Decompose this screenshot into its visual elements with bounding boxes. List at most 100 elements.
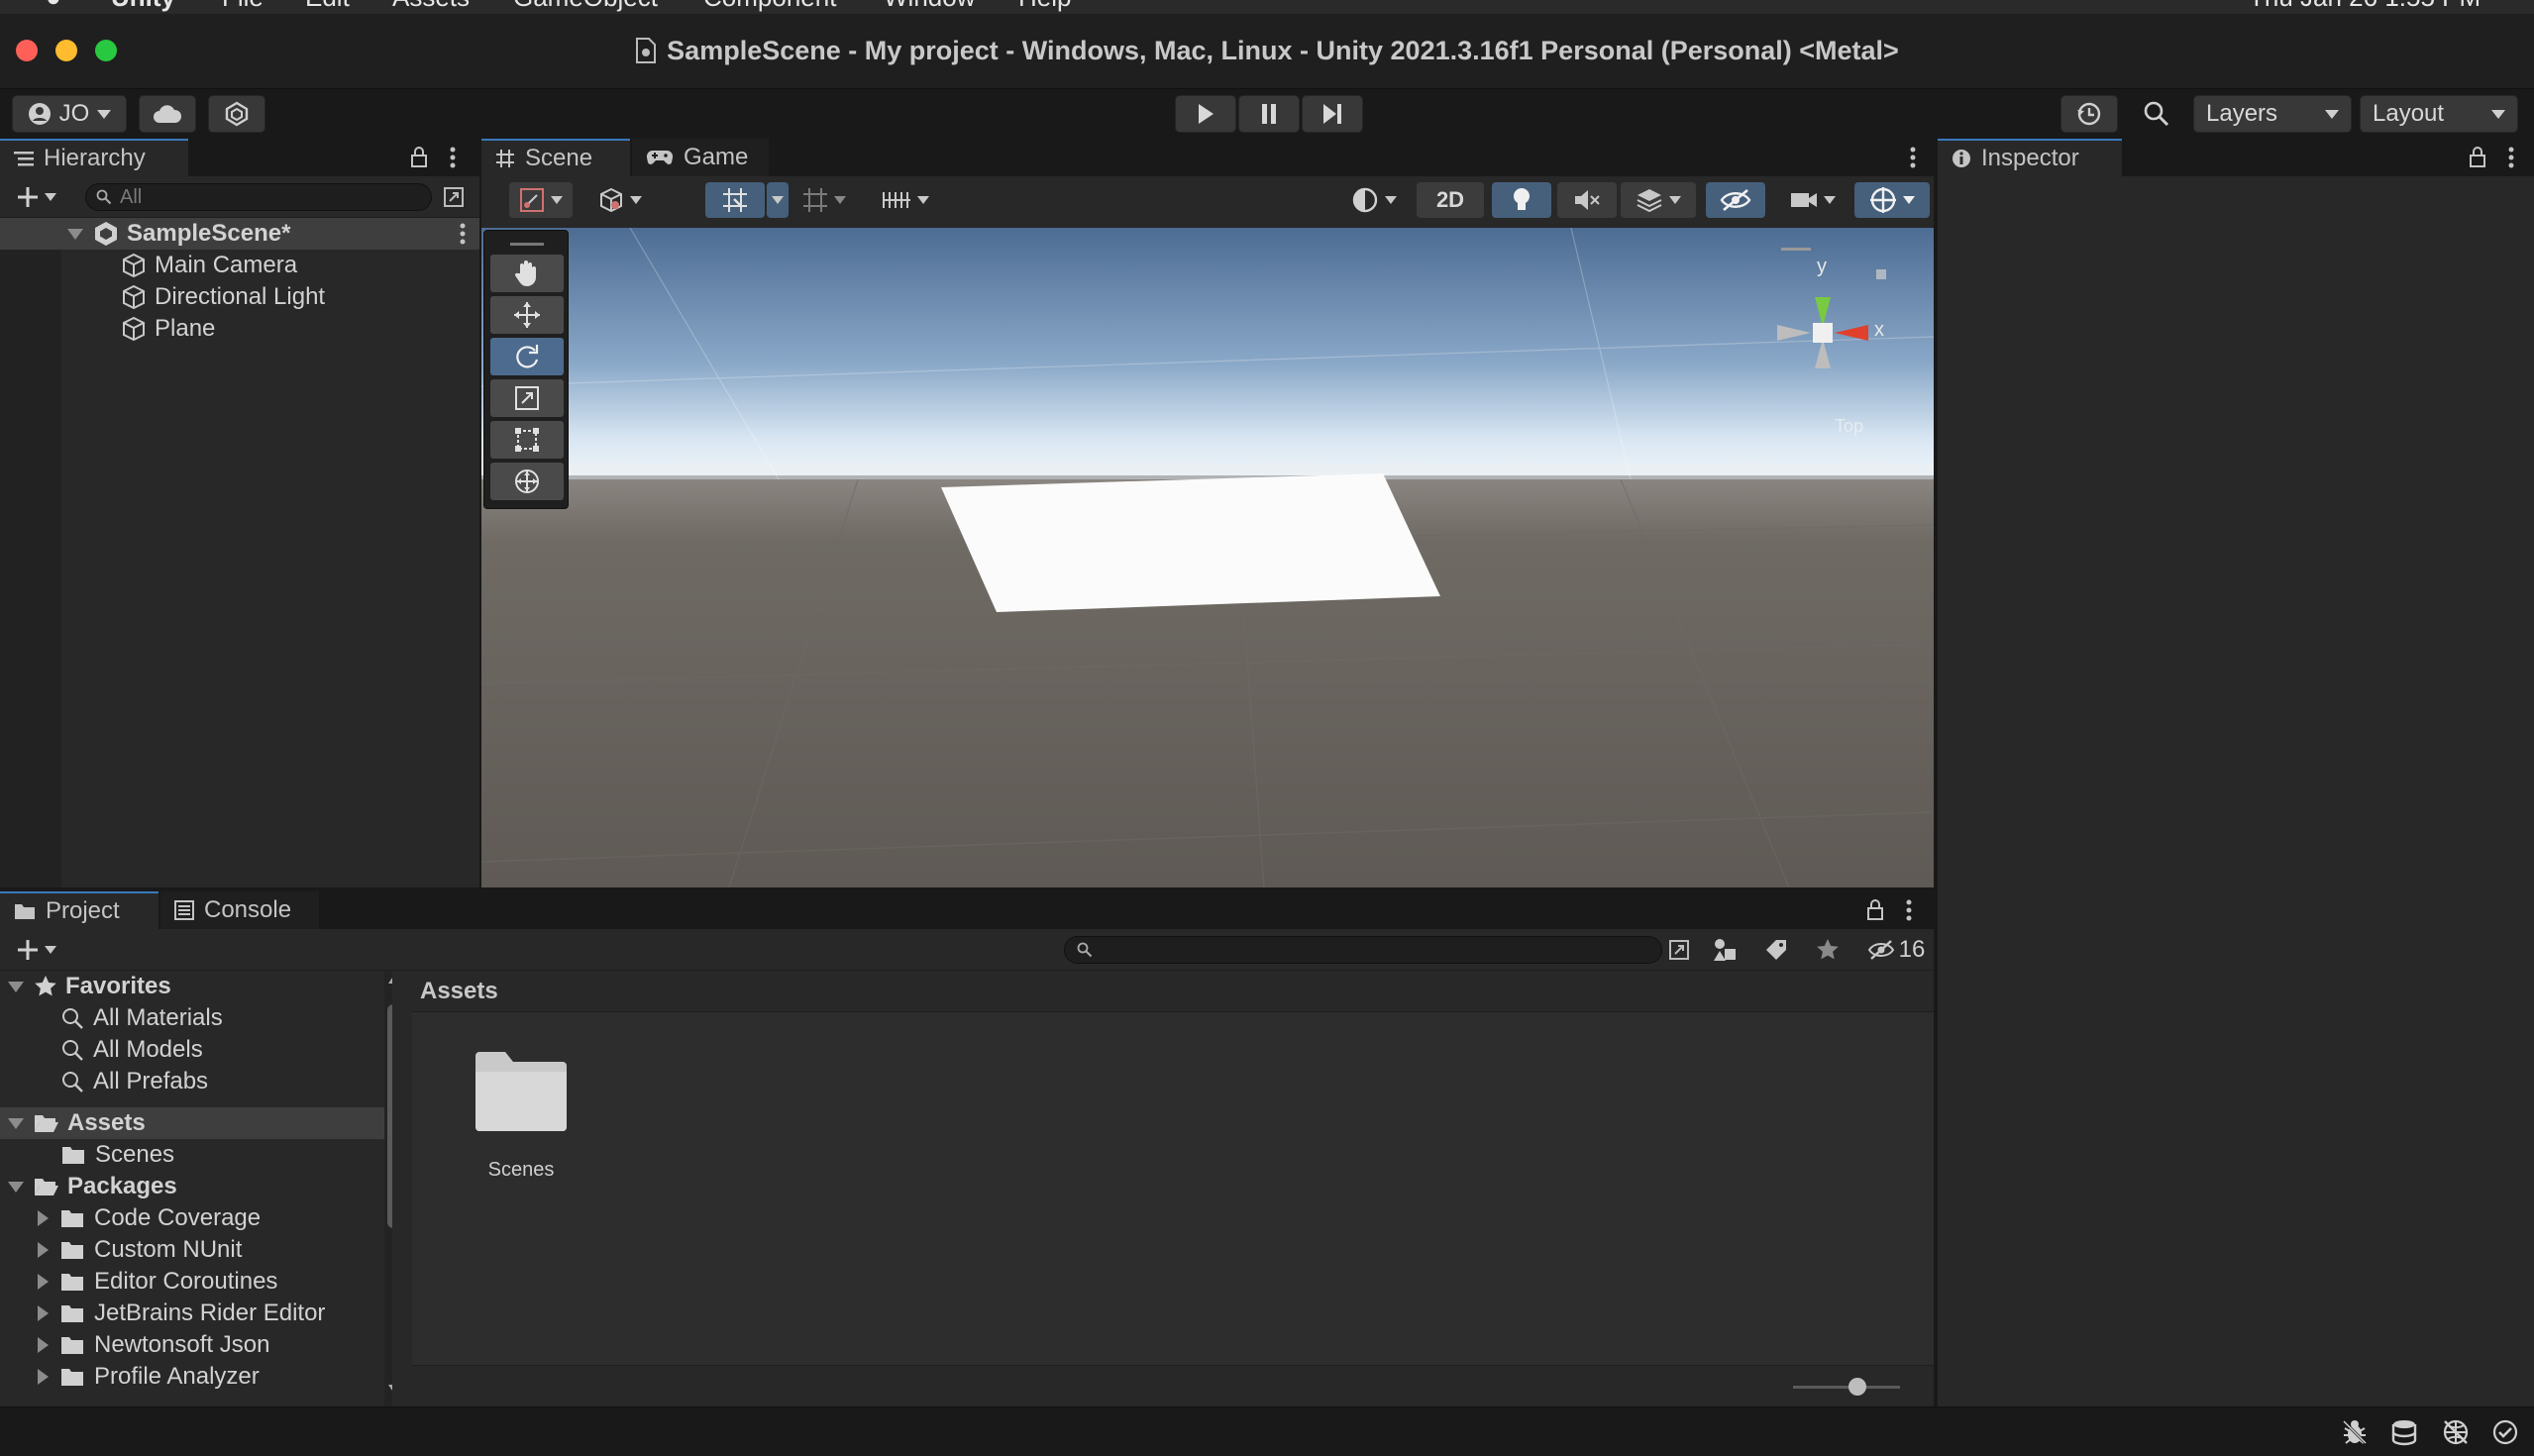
- project-search-input[interactable]: [1064, 936, 1662, 964]
- package-item-code-coverage[interactable]: Code Coverage: [0, 1202, 392, 1234]
- project-create-dropdown[interactable]: [10, 935, 63, 965]
- expand-arrow-icon[interactable]: [8, 1117, 24, 1129]
- menu-component[interactable]: Component: [703, 0, 836, 13]
- package-item-custom-nunit[interactable]: Custom NUnit: [0, 1234, 392, 1266]
- project-lock-icon[interactable]: [1860, 895, 1890, 925]
- filter-by-label-icon[interactable]: [1759, 936, 1793, 964]
- effects-dropdown[interactable]: [1621, 182, 1696, 218]
- toggle-2d-button[interactable]: 2D: [1417, 182, 1484, 218]
- lighting-toggle[interactable]: [1492, 182, 1551, 218]
- zoom-slider[interactable]: [1793, 1378, 1900, 1396]
- grid-toggle[interactable]: [705, 182, 765, 218]
- gizmos-dropdown[interactable]: [1854, 182, 1930, 218]
- plane-object[interactable]: [941, 473, 1440, 612]
- rect-tool-button[interactable]: [490, 421, 564, 459]
- packages-folder-row[interactable]: Packages: [0, 1171, 392, 1202]
- shading-mode-dropdown[interactable]: [1335, 182, 1413, 218]
- expand-arrow-icon[interactable]: [8, 1181, 24, 1193]
- check-circle-icon[interactable]: [2488, 1417, 2522, 1447]
- scrollbar-thumb[interactable]: [387, 1004, 392, 1228]
- undo-history-button[interactable]: [2060, 95, 2118, 133]
- shading-dropdown[interactable]: [588, 182, 652, 218]
- search-options-icon[interactable]: [440, 183, 468, 211]
- collab-button[interactable]: [208, 95, 265, 133]
- increment-snap-dropdown[interactable]: [868, 182, 943, 218]
- menu-file[interactable]: File: [222, 0, 264, 13]
- move-tool-button[interactable]: [490, 296, 564, 334]
- scale-tool-button[interactable]: [490, 379, 564, 417]
- collapsed-arrow-icon[interactable]: [38, 1369, 49, 1385]
- network-offline-icon[interactable]: [2439, 1417, 2473, 1447]
- package-item-profile-analyzer[interactable]: Profile Analyzer: [0, 1361, 392, 1393]
- apple-icon[interactable]: ●: [46, 0, 61, 13]
- asset-item-scenes-folder[interactable]: Scenes: [452, 1050, 590, 1198]
- favorite-item-all-prefabs[interactable]: All Prefabs: [0, 1066, 392, 1097]
- folder-item-scenes[interactable]: Scenes: [0, 1139, 392, 1171]
- scroll-down-icon[interactable]: [388, 1385, 392, 1394]
- folder-tree-scrollbar[interactable]: [384, 971, 392, 1406]
- scene-row[interactable]: SampleScene*: [0, 218, 479, 250]
- hierarchy-item-directional-light[interactable]: Directional Light: [0, 281, 479, 313]
- favorite-star-icon[interactable]: [1811, 936, 1845, 964]
- orientation-gizmo[interactable]: y x Top: [1730, 238, 1908, 436]
- menu-assets[interactable]: Assets: [392, 0, 470, 13]
- collapsed-arrow-icon[interactable]: [38, 1305, 49, 1321]
- tab-project[interactable]: Project: [0, 891, 158, 929]
- rotate-tool-button[interactable]: [490, 338, 564, 375]
- collapsed-arrow-icon[interactable]: [38, 1274, 49, 1290]
- tab-game[interactable]: Game: [632, 139, 769, 176]
- kebab-menu-icon[interactable]: [440, 143, 466, 172]
- hierarchy-search-input[interactable]: All: [85, 183, 432, 211]
- tab-inspector[interactable]: Inspector: [1938, 139, 2122, 176]
- search-by-type-icon[interactable]: [1662, 936, 1696, 964]
- hierarchy-item-main-camera[interactable]: Main Camera: [0, 250, 479, 281]
- scene-kebab-icon[interactable]: [460, 223, 466, 245]
- grid-dropdown[interactable]: [767, 182, 789, 218]
- favorite-item-all-models[interactable]: All Models: [0, 1034, 392, 1066]
- account-dropdown[interactable]: JO: [12, 95, 127, 133]
- package-item-jetbrains-rider[interactable]: JetBrains Rider Editor: [0, 1298, 392, 1329]
- pause-button[interactable]: [1238, 95, 1300, 133]
- menu-unity[interactable]: Unity: [111, 0, 175, 13]
- menu-gameobject[interactable]: GameObject: [513, 0, 658, 13]
- expand-arrow-icon[interactable]: [8, 981, 24, 992]
- debug-bug-icon[interactable]: [2338, 1417, 2372, 1447]
- draw-mode-dropdown[interactable]: [509, 182, 573, 218]
- favorites-row[interactable]: Favorites: [0, 971, 392, 1002]
- assets-breadcrumb[interactable]: Assets: [412, 971, 1934, 1012]
- transform-tool-button[interactable]: [490, 463, 564, 500]
- gizmo-view-label[interactable]: Top: [1835, 416, 1863, 437]
- filter-by-type-icon[interactable]: [1708, 936, 1742, 964]
- favorite-item-all-materials[interactable]: All Materials: [0, 1002, 392, 1034]
- menu-window[interactable]: Window: [884, 0, 975, 13]
- hierarchy-item-plane[interactable]: Plane: [0, 313, 479, 345]
- collapsed-arrow-icon[interactable]: [38, 1210, 49, 1226]
- tab-hierarchy[interactable]: Hierarchy: [0, 139, 188, 176]
- package-item-newtonsoft-json[interactable]: Newtonsoft Json: [0, 1329, 392, 1361]
- hidden-packages-toggle[interactable]: 16: [1864, 936, 1928, 964]
- tab-console[interactable]: Console: [160, 891, 319, 929]
- play-button[interactable]: [1175, 95, 1236, 133]
- camera-settings-dropdown[interactable]: [1775, 182, 1850, 218]
- inspector-lock-icon[interactable]: [2463, 143, 2492, 172]
- zoom-slider-thumb[interactable]: [1848, 1378, 1866, 1396]
- palette-drag-handle[interactable]: [510, 243, 544, 246]
- expand-arrow-icon[interactable]: [67, 228, 83, 240]
- cloud-button[interactable]: [139, 95, 196, 133]
- cache-server-icon[interactable]: [2387, 1417, 2421, 1447]
- menu-edit[interactable]: Edit: [305, 0, 350, 13]
- scroll-up-icon[interactable]: [388, 975, 392, 984]
- assets-folder-row[interactable]: Assets: [0, 1107, 392, 1139]
- layers-dropdown[interactable]: Layers: [2193, 95, 2352, 133]
- scene-viewport[interactable]: y x Top: [481, 228, 1934, 887]
- search-button[interactable]: [2128, 95, 2185, 133]
- project-kebab-icon[interactable]: [1896, 895, 1922, 925]
- tab-scene[interactable]: Scene: [481, 139, 630, 176]
- collapsed-arrow-icon[interactable]: [38, 1337, 49, 1353]
- snap-toggle[interactable]: [794, 182, 854, 218]
- layout-dropdown[interactable]: Layout: [2360, 95, 2518, 133]
- collapsed-arrow-icon[interactable]: [38, 1242, 49, 1258]
- create-dropdown[interactable]: [10, 182, 63, 212]
- step-button[interactable]: [1302, 95, 1363, 133]
- lock-icon[interactable]: [404, 143, 434, 172]
